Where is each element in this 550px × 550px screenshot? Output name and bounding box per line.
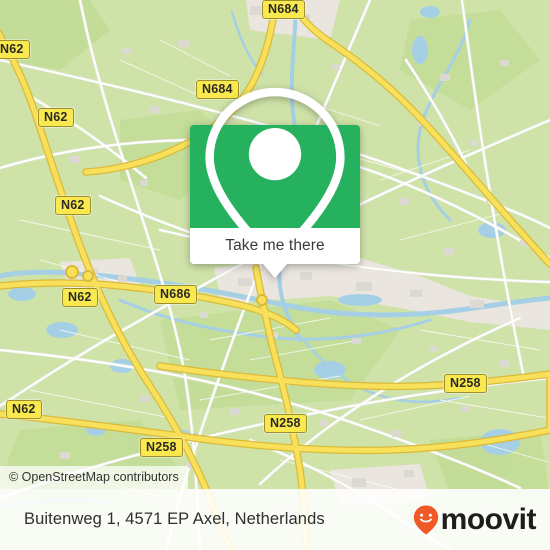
moovit-pin-smiley-icon: [413, 505, 438, 534]
road-shield: N258: [444, 374, 487, 393]
destination-popup-card[interactable]: Take me there: [190, 87, 360, 278]
bottom-info-bar: Buitenweg 1, 4571 EP Axel, Netherlands m…: [0, 489, 550, 550]
map-pin-icon: [205, 87, 345, 266]
popup-icon-panel: [190, 87, 360, 266]
popup-pointer: [263, 264, 287, 278]
road-shield: N62: [55, 196, 91, 215]
road-shield: N258: [140, 438, 183, 457]
road-shield: N62: [6, 400, 42, 419]
road-shield: N62: [0, 40, 30, 59]
address-label: Buitenweg 1, 4571 EP Axel, Netherlands: [24, 510, 325, 528]
osm-attribution[interactable]: © OpenStreetMap contributors: [0, 466, 188, 489]
take-me-there-label: Take me there: [225, 237, 325, 254]
moovit-wordmark: moovit: [440, 502, 537, 536]
moovit-logo[interactable]: moovit: [413, 502, 537, 536]
road-shield: N62: [38, 108, 74, 127]
road-shield: N62: [62, 288, 98, 307]
map-screenshot: N684 N62 N684 N62 N62 N62 N686 N258 N62 …: [0, 0, 550, 550]
